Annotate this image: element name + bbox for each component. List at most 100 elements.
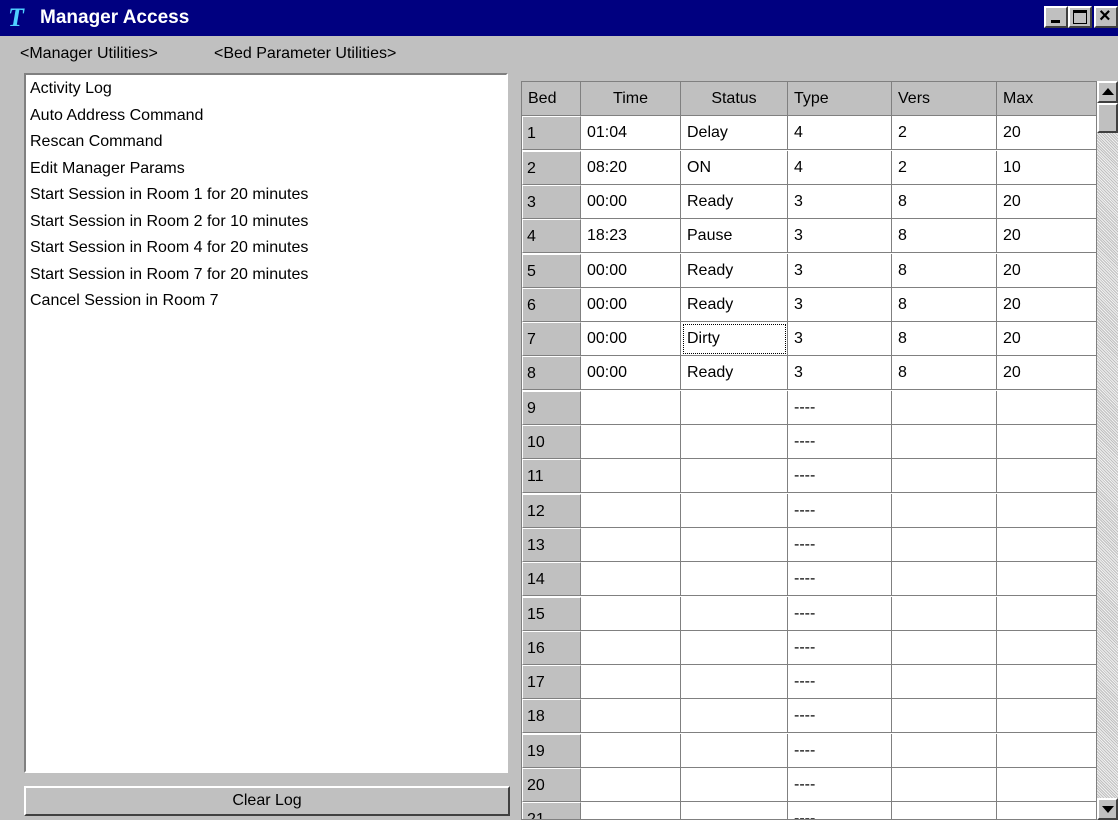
grid-cell-type[interactable]: ---- xyxy=(788,665,892,700)
grid-cell-type[interactable]: 4 xyxy=(788,116,892,151)
log-entry[interactable]: Rescan Command xyxy=(30,129,163,155)
row-header-bed[interactable]: 16 xyxy=(522,630,581,665)
table-row[interactable]: 7 00:00 Dirty 3 8 20 xyxy=(522,322,1096,357)
grid-cell-max[interactable]: 20 xyxy=(997,288,1096,322)
grid-cell-max[interactable]: 20 xyxy=(997,219,1096,254)
row-header-bed[interactable]: 20 xyxy=(522,768,581,802)
grid-cell-type[interactable]: 3 xyxy=(788,287,892,322)
grid-cell-max[interactable]: 10 xyxy=(997,151,1096,185)
log-entry[interactable]: Start Session in Room 1 for 20 minutes xyxy=(30,182,308,208)
grid-cell-type[interactable]: 4 xyxy=(788,150,892,185)
grid-cell-vers[interactable]: 8 xyxy=(892,184,997,219)
grid-cell-time[interactable] xyxy=(581,459,681,494)
table-row[interactable]: 4 18:23 Pause 3 8 20 xyxy=(522,219,1096,254)
menu-bed-parameter-utilities[interactable]: <Bed Parameter Utilities> xyxy=(214,44,396,64)
close-button[interactable]: × xyxy=(1094,6,1118,28)
row-header-bed[interactable]: 8 xyxy=(522,356,581,391)
grid-cell-time[interactable] xyxy=(581,630,681,665)
log-entry[interactable]: Start Session in Room 4 for 20 minutes xyxy=(30,235,308,261)
grid-cell-vers[interactable] xyxy=(892,733,997,768)
grid-cell-time[interactable]: 08:20 xyxy=(581,150,681,185)
table-row[interactable]: 9 ---- xyxy=(522,390,1096,425)
grid-cell-time[interactable] xyxy=(581,665,681,700)
row-header-bed[interactable]: 9 xyxy=(522,390,581,425)
table-row[interactable]: 18 ---- xyxy=(522,699,1096,734)
grid-cell-time[interactable]: 18:23 xyxy=(581,219,681,254)
row-header-bed[interactable]: 5 xyxy=(522,253,581,288)
grid-cell-status[interactable]: ON xyxy=(681,150,788,185)
grid-cell-max[interactable] xyxy=(997,391,1096,425)
grid-cell-vers[interactable]: 8 xyxy=(892,287,997,322)
grid-cell-time[interactable] xyxy=(581,733,681,768)
grid-cell-time[interactable]: 00:00 xyxy=(581,287,681,322)
row-header-bed[interactable]: 14 xyxy=(522,562,581,597)
grid-cell-vers[interactable]: 8 xyxy=(892,253,997,288)
row-header-bed[interactable]: 19 xyxy=(522,733,581,768)
table-row[interactable]: 19 ---- xyxy=(522,733,1096,768)
column-header-bed[interactable]: Bed xyxy=(522,82,581,116)
grid-cell-time[interactable]: 01:04 xyxy=(581,116,681,151)
grid-cell-vers[interactable] xyxy=(892,596,997,631)
grid-cell-type[interactable]: 3 xyxy=(788,322,892,357)
grid-cell-status[interactable]: Pause xyxy=(681,219,788,254)
grid-cell-vers[interactable] xyxy=(892,665,997,700)
row-header-bed[interactable]: 11 xyxy=(522,459,581,494)
column-header-vers[interactable]: Vers xyxy=(892,82,997,116)
grid-cell-status[interactable]: Ready xyxy=(681,356,788,391)
row-header-bed[interactable]: 10 xyxy=(522,425,581,459)
grid-cell-time[interactable] xyxy=(581,699,681,734)
clear-log-button[interactable]: Clear Log xyxy=(24,786,510,816)
grid-cell-max[interactable]: 20 xyxy=(997,356,1096,391)
grid-cell-max[interactable] xyxy=(997,459,1096,494)
grid-cell-time[interactable] xyxy=(581,596,681,631)
grid-cell-type[interactable]: ---- xyxy=(788,562,892,597)
grid-cell-type[interactable]: 3 xyxy=(788,219,892,254)
grid-cell-max[interactable] xyxy=(997,699,1096,734)
row-header-bed[interactable]: 4 xyxy=(522,219,581,254)
grid-cell-type[interactable]: ---- xyxy=(788,699,892,734)
grid-cell-max[interactable] xyxy=(997,768,1096,802)
log-entry[interactable]: Auto Address Command xyxy=(30,103,203,129)
row-header-bed[interactable]: 2 xyxy=(522,150,581,185)
column-header-type[interactable]: Type xyxy=(788,82,892,116)
row-header-bed[interactable]: 15 xyxy=(522,596,581,631)
menu-manager-utilities[interactable]: <Manager Utilities> xyxy=(20,44,158,64)
grid-cell-type[interactable]: ---- xyxy=(788,527,892,562)
app-logo-icon[interactable]: T xyxy=(8,5,32,31)
log-entry[interactable]: Activity Log xyxy=(30,76,112,102)
activity-log-list[interactable]: Activity Log Auto Address Command Rescan C… xyxy=(24,73,508,773)
grid-cell-max[interactable]: 20 xyxy=(997,185,1096,219)
grid-cell-time[interactable] xyxy=(581,527,681,562)
grid-cell-max[interactable]: 20 xyxy=(997,254,1096,288)
grid-cell-max[interactable] xyxy=(997,802,1096,819)
grid-cell-time[interactable]: 00:00 xyxy=(581,322,681,357)
table-row[interactable]: 15 ---- xyxy=(522,596,1096,631)
log-entry[interactable]: Start Session in Room 2 for 10 minutes xyxy=(30,209,308,235)
scroll-up-arrow-icon[interactable] xyxy=(1097,81,1118,103)
grid-cell-type[interactable]: 3 xyxy=(788,356,892,391)
grid-cell-type[interactable]: ---- xyxy=(788,733,892,768)
row-header-bed[interactable]: 18 xyxy=(522,699,581,734)
table-row[interactable]: 11 ---- xyxy=(522,459,1096,494)
column-header-status[interactable]: Status xyxy=(681,82,788,116)
grid-cell-vers[interactable]: 8 xyxy=(892,356,997,391)
grid-cell-status[interactable] xyxy=(681,425,788,459)
grid-cell-vers[interactable] xyxy=(892,768,997,802)
table-row[interactable]: 2 08:20 ON 4 2 10 xyxy=(522,150,1096,185)
grid-cell-time[interactable] xyxy=(581,425,681,459)
grid-cell-max[interactable] xyxy=(997,425,1096,459)
table-row[interactable]: 20 ---- xyxy=(522,768,1096,802)
row-header-bed[interactable]: 6 xyxy=(522,287,581,322)
grid-cell-type[interactable]: ---- xyxy=(788,390,892,425)
grid-cell-max[interactable] xyxy=(997,528,1096,562)
grid-cell-type[interactable]: ---- xyxy=(788,802,892,819)
grid-cell-vers[interactable] xyxy=(892,493,997,528)
grid-cell-status[interactable] xyxy=(681,733,788,768)
grid-cell-status[interactable]: Ready xyxy=(681,184,788,219)
grid-cell-max[interactable]: 20 xyxy=(997,322,1096,357)
grid-cell-status[interactable] xyxy=(681,459,788,494)
grid-cell-type[interactable]: ---- xyxy=(788,596,892,631)
grid-cell-max[interactable]: 20 xyxy=(997,116,1096,151)
row-header-bed[interactable]: 17 xyxy=(522,665,581,700)
grid-cell-time[interactable] xyxy=(581,493,681,528)
